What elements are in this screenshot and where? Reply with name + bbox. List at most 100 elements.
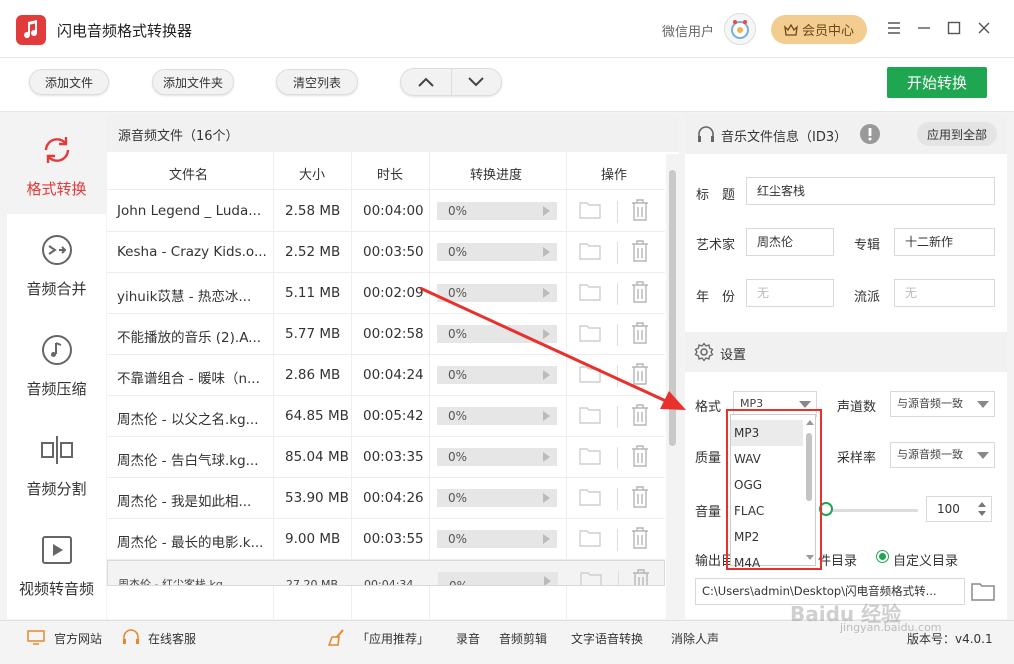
file-size-cell: 2.58 MB bbox=[285, 203, 341, 219]
open-folder-icon[interactable] bbox=[579, 283, 601, 305]
delete-icon[interactable] bbox=[631, 240, 649, 266]
column-header-size[interactable]: 大小 bbox=[299, 164, 325, 183]
apply-to-all-button[interactable]: 应用到全部 bbox=[917, 122, 997, 146]
open-folder-icon[interactable] bbox=[579, 406, 601, 428]
delete-icon[interactable] bbox=[631, 404, 649, 430]
open-folder-icon[interactable] bbox=[579, 488, 601, 510]
tts-link[interactable]: 文字语音转换 bbox=[571, 630, 643, 647]
volume-slider-handle[interactable] bbox=[819, 502, 833, 516]
table-row[interactable]: 周杰伦 - 告白气球.kg... 85.04 MB 00:03:35 0% bbox=[107, 437, 665, 478]
play-icon[interactable] bbox=[543, 370, 550, 380]
online-support-link[interactable]: 在线客服 bbox=[148, 630, 196, 647]
delete-icon[interactable] bbox=[631, 445, 649, 471]
sidebar-item-audio-merge[interactable]: 音频合并 bbox=[7, 214, 106, 314]
record-link[interactable]: 录音 bbox=[456, 630, 480, 647]
table-row[interactable]: 周杰伦 - 以父之名.kg... 64.85 MB 00:05:42 0% bbox=[107, 396, 665, 437]
custom-dir-radio[interactable] bbox=[876, 550, 889, 563]
play-icon[interactable] bbox=[544, 576, 551, 585]
open-folder-icon[interactable] bbox=[579, 242, 601, 264]
channels-select[interactable]: 与源音频一致 bbox=[890, 391, 995, 417]
audio-edit-link[interactable]: 音频剪辑 bbox=[499, 630, 547, 647]
delete-icon[interactable] bbox=[631, 363, 649, 389]
minimize-icon[interactable] bbox=[912, 16, 936, 40]
table-row[interactable]: 周杰伦 - 我是如此相... 53.90 MB 00:04:26 0% bbox=[107, 478, 665, 519]
file-list-scrollbar[interactable] bbox=[666, 154, 679, 619]
app-recommend-label: 「应用推荐」 bbox=[357, 632, 430, 646]
table-row[interactable]: 不能播放的音乐 (2).A... 5.77 MB 00:02:58 0% bbox=[107, 314, 665, 355]
scrollbar-thumb[interactable] bbox=[669, 170, 676, 446]
maximize-icon[interactable] bbox=[942, 16, 966, 40]
format-option-ogg[interactable]: OGG bbox=[731, 472, 803, 498]
output-path-field[interactable]: C:\Users\admin\Desktop\闪电音频格式转... bbox=[695, 578, 965, 605]
format-option-mp2[interactable]: MP2 bbox=[731, 524, 803, 550]
table-row[interactable]: John Legend _ Luda... 2.58 MB 00:04:00 0% bbox=[107, 191, 665, 232]
official-website-link[interactable]: 官方网站 bbox=[54, 630, 102, 647]
play-icon[interactable] bbox=[543, 206, 550, 216]
open-folder-icon[interactable] bbox=[580, 571, 602, 585]
source-dir-option-label[interactable]: 件目录 bbox=[818, 550, 857, 569]
play-icon[interactable] bbox=[543, 452, 550, 462]
move-down-button[interactable] bbox=[452, 69, 502, 95]
format-option-mp3[interactable]: MP3 bbox=[731, 420, 803, 446]
sidebar-item-audio-split[interactable]: 音频分割 bbox=[7, 414, 106, 514]
stepper-arrows-icon[interactable] bbox=[977, 501, 987, 517]
open-folder-icon[interactable] bbox=[579, 529, 601, 551]
volume-slider-track[interactable] bbox=[826, 509, 918, 512]
play-icon[interactable] bbox=[543, 411, 550, 421]
play-icon[interactable] bbox=[543, 288, 550, 298]
delete-icon[interactable] bbox=[631, 199, 649, 225]
sidebar-item-audio-compress[interactable]: 音频压缩 bbox=[7, 314, 106, 414]
samplerate-select[interactable]: 与源音频一致 bbox=[890, 442, 995, 468]
sidebar-item-format-convert[interactable]: 格式转换 bbox=[7, 114, 106, 214]
play-icon[interactable] bbox=[543, 534, 550, 544]
scroll-up-icon[interactable] bbox=[806, 419, 814, 425]
vip-center-button[interactable]: 会员中心 bbox=[771, 15, 867, 44]
delete-icon[interactable] bbox=[631, 281, 649, 307]
play-icon[interactable] bbox=[543, 247, 550, 257]
genre-field[interactable]: 无 bbox=[894, 279, 995, 307]
open-folder-icon[interactable] bbox=[579, 365, 601, 387]
play-icon[interactable] bbox=[543, 493, 550, 503]
delete-icon[interactable] bbox=[631, 527, 649, 553]
move-up-button[interactable] bbox=[401, 69, 452, 95]
start-convert-button[interactable]: 开始转换 bbox=[887, 67, 987, 98]
format-option-wav[interactable]: WAV bbox=[731, 446, 803, 472]
table-row[interactable]: 不靠谱组合 - 暖味（n... 2.86 MB 00:04:24 0% bbox=[107, 355, 665, 396]
delete-icon[interactable] bbox=[631, 486, 649, 512]
add-file-button[interactable]: 添加文件 bbox=[29, 69, 109, 95]
avatar[interactable] bbox=[724, 13, 756, 45]
open-folder-icon[interactable] bbox=[579, 324, 601, 346]
column-header-duration[interactable]: 时长 bbox=[377, 164, 403, 183]
table-row[interactable]: Kesha - Crazy Kids.o... 2.52 MB 00:03:50 0% bbox=[107, 232, 665, 273]
artist-label: 艺术家 bbox=[696, 238, 736, 253]
close-icon[interactable] bbox=[972, 16, 996, 40]
scroll-down-icon[interactable] bbox=[806, 555, 814, 561]
custom-dir-label[interactable]: 自定义目录 bbox=[893, 550, 958, 569]
clear-list-button[interactable]: 清空列表 bbox=[276, 69, 358, 95]
artist-field[interactable]: 周杰伦 bbox=[746, 228, 834, 256]
volume-stepper[interactable]: 100 bbox=[926, 496, 992, 522]
open-folder-icon[interactable] bbox=[579, 201, 601, 223]
info-icon[interactable] bbox=[859, 123, 881, 145]
format-option-flac[interactable]: FLAC bbox=[731, 498, 803, 524]
year-field[interactable]: 无 bbox=[746, 279, 834, 307]
table-row[interactable]: 周杰伦 - 最长的电影.k... 9.00 MB 00:03:55 0% bbox=[107, 519, 665, 560]
vocal-remove-link[interactable]: 消除人声 bbox=[671, 630, 719, 647]
file-size-cell: 5.77 MB bbox=[285, 326, 341, 342]
column-header-name[interactable]: 文件名 bbox=[169, 164, 208, 183]
delete-icon[interactable] bbox=[632, 569, 650, 585]
add-folder-button[interactable]: 添加文件夹 bbox=[152, 69, 234, 95]
delete-icon[interactable] bbox=[631, 322, 649, 348]
folder-icon[interactable] bbox=[971, 581, 995, 601]
table-row[interactable]: yihuik苡慧 - 热恋冰... 5.11 MB 00:02:09 0% bbox=[107, 273, 665, 314]
sidebar-item-video-to-audio[interactable]: 视频转音频 bbox=[7, 514, 106, 614]
dropdown-scrollbar-thumb[interactable] bbox=[806, 433, 812, 501]
song-title-field[interactable]: 红尘客栈 bbox=[746, 177, 995, 205]
menu-icon[interactable] bbox=[882, 16, 906, 40]
table-row[interactable]: 周杰伦 - 红尘客栈.kg... 27.20 MB 00:04:34 0% bbox=[107, 560, 665, 586]
user-name[interactable]: 微信用户 bbox=[662, 21, 714, 40]
album-field[interactable]: 十二新作 bbox=[894, 228, 995, 256]
open-folder-icon[interactable] bbox=[579, 447, 601, 469]
format-option-m4a[interactable]: M4A bbox=[731, 550, 803, 576]
play-icon[interactable] bbox=[543, 329, 550, 339]
